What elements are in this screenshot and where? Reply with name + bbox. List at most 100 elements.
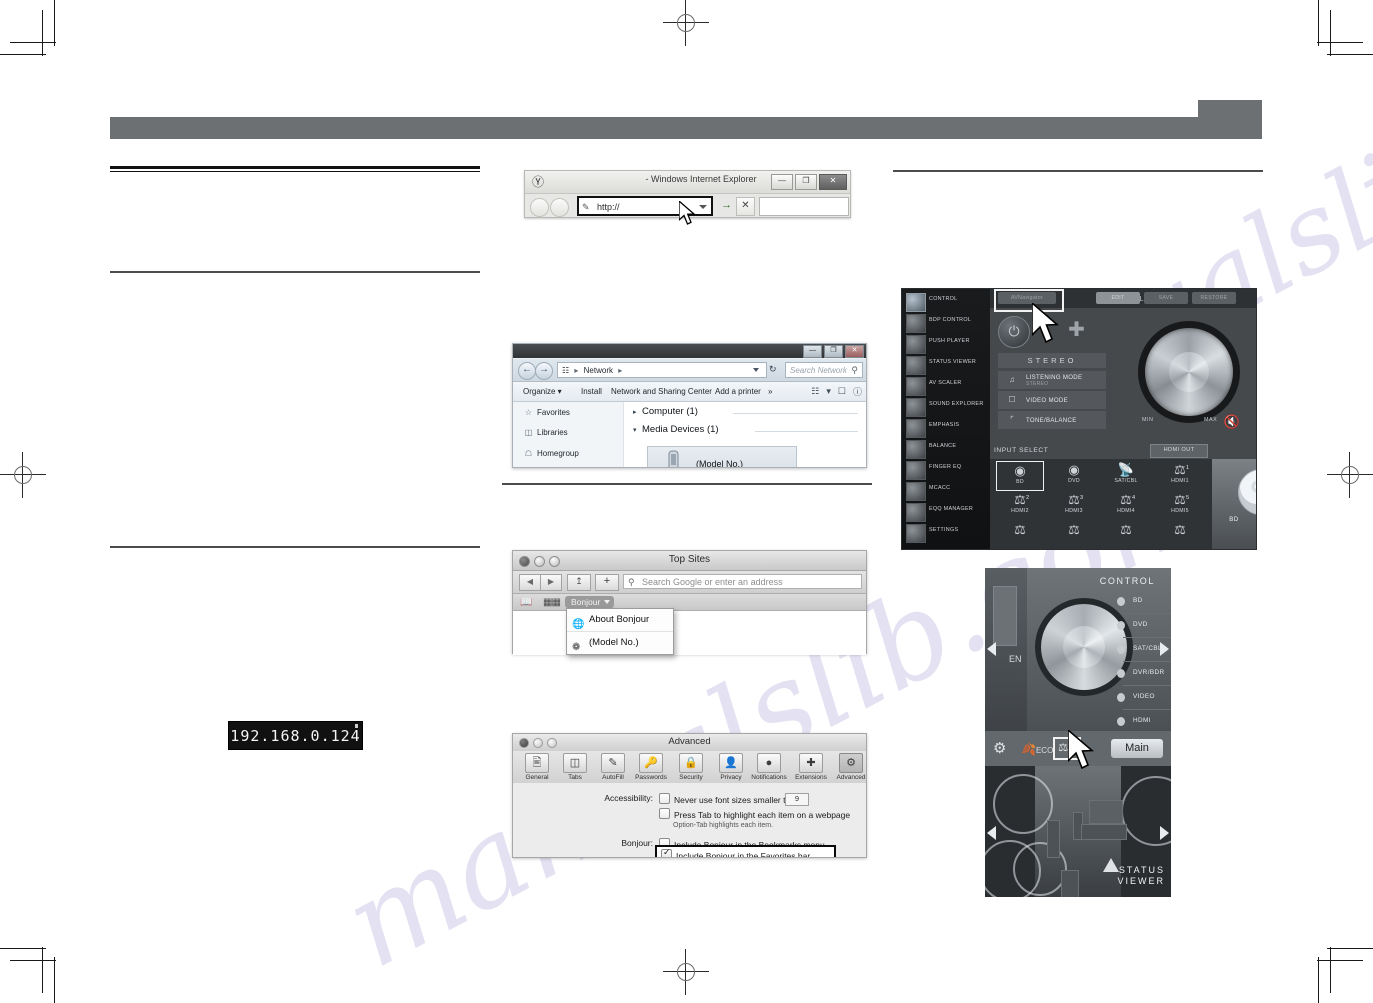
menu-item-model-no[interactable]: ❁ (Model No.)	[567, 631, 673, 654]
ie-back-button[interactable]	[530, 198, 549, 217]
tab-privacy[interactable]: 👤 Privacy	[711, 753, 751, 781]
input-cell-satcbl[interactable]: 📡 SAT/CBL	[1102, 461, 1150, 491]
tab-security[interactable]: 🔒 Security	[671, 753, 711, 781]
help-icon[interactable]: ⓘ	[853, 385, 862, 398]
sidebar-item-bdp-control[interactable]: BDP CONTROL	[906, 313, 990, 333]
input-cell-row3-b[interactable]: ⚖	[1050, 521, 1098, 549]
av-edit-button[interactable]: EDIT	[1096, 292, 1140, 304]
preview-pane-icon[interactable]: ☐	[838, 386, 846, 397]
input-cell-hdmi3[interactable]: ⚖ HDMI3 3	[1050, 491, 1098, 521]
main-zone-button[interactable]: Main	[1111, 739, 1163, 758]
sidebar-item-mcacc[interactable]: MCACC	[906, 481, 990, 501]
explorer-nav-favorites[interactable]: ☆ Favorites	[523, 408, 570, 417]
remote-input-dvrbdr[interactable]: DVR/BDR	[1117, 662, 1171, 686]
explorer-cmd-install[interactable]: Install	[581, 387, 602, 396]
row-never-use-font-sizes[interactable]: Never use font sizes smaller than	[659, 793, 800, 805]
row-bonjour-favorites-bar[interactable]: Include Bonjour in the Favorites bar	[661, 849, 810, 857]
ie-stop-button[interactable]: ✕	[736, 197, 755, 216]
explorer-cmd-more[interactable]: »	[768, 387, 772, 396]
share-icon[interactable]: ↥	[567, 574, 591, 591]
view-icon[interactable]: ☷	[811, 386, 819, 397]
safari-back-button[interactable]: ◀	[519, 574, 540, 591]
chevron-down-icon[interactable]	[753, 368, 759, 372]
sidebar-item-settings[interactable]: SETTINGS	[906, 523, 990, 543]
tab-passwords[interactable]: 🔑 Passwords	[631, 753, 671, 781]
chevron-right-icon[interactable]: ▸	[633, 408, 642, 416]
chevron-down-icon[interactable]: ▾	[826, 386, 831, 397]
safari-new-tab-button[interactable]: +	[595, 574, 619, 591]
input-cell-row3-d[interactable]: ⚖	[1156, 521, 1204, 549]
tab-notifications[interactable]: ● Notifications	[749, 753, 789, 781]
ie-minimize-button[interactable]: —	[771, 174, 793, 190]
remote-input-dvd[interactable]: DVD	[1117, 614, 1171, 638]
safari-forward-button[interactable]: ▶	[540, 574, 562, 591]
chevron-down-icon[interactable]: ▾	[633, 426, 642, 434]
safari-bonjour-button[interactable]: Bonjour	[565, 596, 615, 608]
tab-tabs[interactable]: ◫ Tabs	[555, 753, 595, 781]
explorer-device-tile[interactable]: (Model No.)	[647, 446, 797, 467]
explorer-forward-button[interactable]: →	[535, 362, 553, 380]
ie-close-button[interactable]: ✕	[819, 174, 847, 190]
av-row-tone-balance[interactable]: ⌜ TONE/BALANCE	[998, 411, 1106, 429]
explorer-search-input[interactable]: Search Network ⚲	[785, 362, 863, 378]
tab-advanced[interactable]: ⚙ Advanced	[831, 753, 866, 781]
sidebar-item-control[interactable]: CONTROL	[906, 292, 990, 312]
dpad-icon[interactable]: ✚	[1065, 319, 1088, 342]
explorer-minimize-button[interactable]: —	[803, 345, 822, 358]
input-cell-hdmi5[interactable]: ⚖ HDMI5 5	[1156, 491, 1204, 521]
remote-input-video[interactable]: VIDEO	[1117, 686, 1171, 710]
explorer-cmd-addprinter[interactable]: Add a printer	[715, 387, 761, 396]
sidebar-item-av-scaler[interactable]: AV SCALER	[906, 376, 990, 396]
eco-button[interactable]: 🍂ECO	[1021, 742, 1053, 756]
checkbox-never-use-font-sizes[interactable]	[659, 793, 670, 804]
explorer-close-button[interactable]: ✕	[845, 345, 864, 358]
explorer-nav-libraries[interactable]: ◫ Libraries	[523, 428, 568, 437]
tab-general[interactable]: 🖹 General	[517, 753, 557, 781]
sidebar-item-sound-explorer[interactable]: SOUND EXPLORER	[906, 397, 990, 417]
safari-address-input[interactable]: ⚲ Search Google or enter an address	[623, 574, 862, 589]
input-cell-bd[interactable]: ◉ BD	[996, 461, 1044, 491]
sidebar-item-finger-eq[interactable]: FINGER EQ	[906, 460, 990, 480]
input-cell-hdmi4[interactable]: ⚖ HDMI4 4	[1102, 491, 1150, 521]
hdmi-out-button[interactable]: HDMI OUT	[1150, 444, 1208, 458]
tab-extensions[interactable]: ✚ Extensions	[791, 753, 831, 781]
explorer-cmd-sharing[interactable]: Network and Sharing Center	[611, 387, 712, 396]
sidebar-item-status-viewer[interactable]: STATUS VIEWER	[906, 355, 990, 375]
explorer-maximize-button[interactable]: ❐	[824, 345, 843, 358]
page-left-arrow-icon[interactable]	[987, 642, 996, 656]
sidebar-item-emphasis[interactable]: EMPHASIS	[906, 418, 990, 438]
chevron-down-icon[interactable]	[699, 205, 707, 209]
explorer-group-computer[interactable]: ▸ Computer (1)	[633, 406, 698, 417]
tab-autofill[interactable]: ✎ AutoFill	[593, 753, 633, 781]
input-cell-hdmi2[interactable]: ⚖ HDMI2 2	[996, 491, 1044, 521]
av-row-video-mode[interactable]: ☐ VIDEO MODE	[998, 391, 1106, 409]
font-size-stepper[interactable]: 9	[785, 793, 809, 806]
input-cell-dvd[interactable]: ◉ DVD	[1050, 461, 1098, 491]
row-press-tab-highlight[interactable]: Press Tab to highlight each item on a we…	[659, 808, 850, 820]
ie-go-button[interactable]: →	[719, 198, 734, 213]
checkbox-press-tab-highlight[interactable]	[659, 808, 670, 819]
book-icon[interactable]: 📖	[520, 597, 532, 608]
input-cell-hdmi1[interactable]: ⚖ HDMI1 1	[1156, 461, 1204, 491]
input-cell-row3-a[interactable]: ⚖	[996, 521, 1044, 549]
mute-icon[interactable]: 🔇	[1222, 414, 1242, 432]
sidebar-item-balance[interactable]: BALANCE	[906, 439, 990, 459]
grid-icon[interactable]: ▦▦	[543, 597, 561, 608]
explorer-nav-homegroup[interactable]: ☖ Homegroup	[523, 449, 579, 458]
refresh-icon[interactable]: ↻	[769, 364, 777, 375]
photo-left-arrow-icon[interactable]	[987, 826, 996, 840]
menu-item-about-bonjour[interactable]: 🌐 About Bonjour	[567, 609, 673, 631]
explorer-back-button[interactable]: ←	[518, 362, 536, 380]
av-row-listening-mode[interactable]: ♫ LISTENING MODE STEREO	[998, 371, 1106, 389]
sidebar-item-push-player[interactable]: PUSH PLAYER	[906, 334, 990, 354]
sidebar-item-eqq-manager[interactable]: EQQ MANAGER	[906, 502, 990, 522]
checkbox-bonjour-favorites-bar[interactable]	[661, 849, 672, 857]
remote-input-satcbl[interactable]: SAT/CBL	[1117, 638, 1171, 662]
volume-knob[interactable]	[1138, 321, 1240, 423]
remote-input-bd[interactable]: BD	[1117, 590, 1171, 614]
av-save-button[interactable]: SAVE	[1144, 292, 1188, 304]
explorer-group-media-devices[interactable]: ▾ Media Devices (1)	[633, 424, 719, 435]
gear-icon[interactable]: ⚙	[993, 740, 1006, 757]
explorer-breadcrumb[interactable]: ☷ ▸ Network ▸	[557, 362, 767, 378]
input-cell-row3-c[interactable]: ⚖	[1102, 521, 1150, 549]
